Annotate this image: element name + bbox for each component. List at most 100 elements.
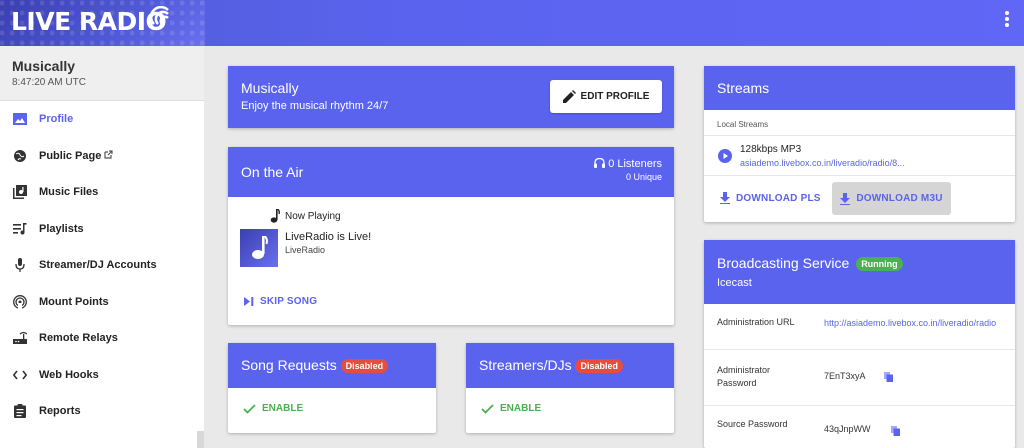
station-header: Musically 8:47:20 AM UTC [0, 46, 204, 101]
sidebar-item-web-hooks[interactable]: Web Hooks [0, 357, 204, 394]
stream-url-link[interactable]: asiademo.livebox.co.in/liveradio/radio/8… [740, 158, 905, 168]
edit-profile-label: EDIT PROFILE [580, 91, 650, 102]
streamers-title: Streamers/DJs [479, 357, 572, 373]
sidebar-item-public-page[interactable]: Public Page [0, 138, 204, 175]
admin-password-value: 7EnT3xyA [824, 371, 866, 381]
sidebar-scrollbar[interactable] [197, 431, 204, 448]
status-badge: Running [856, 257, 903, 272]
sidebar-item-playlists[interactable]: Playlists [0, 211, 204, 248]
on-air-title: On the Air [241, 164, 304, 180]
pencil-icon [562, 90, 576, 103]
streamers-card: Streamers/DJs Disabled ENABLE [466, 343, 674, 433]
admin-url-row: Administration URL http://asiademo.liveb… [704, 304, 1015, 350]
sidebar-item-music-files[interactable]: Music Files [0, 174, 204, 211]
headphones-icon [594, 157, 606, 168]
broadcast-wave-icon [150, 6, 169, 25]
enable-label: ENABLE [262, 403, 304, 414]
listeners-label: 0 Listeners [608, 158, 662, 170]
local-streams-label: Local Streams [704, 110, 1015, 136]
broadcasting-title-row: Broadcasting Service Running [717, 255, 903, 272]
station-name: Musically [12, 58, 76, 74]
sidebar-item-label: Playlists [39, 222, 84, 235]
download-m3u-button[interactable]: DOWNLOAD M3U [832, 182, 951, 215]
song-requests-title: Song Requests [241, 357, 337, 373]
sidebar-item-mount-points[interactable]: Mount Points [0, 284, 204, 321]
sidebar-item-reports[interactable]: Reports [0, 393, 204, 430]
sidebar-item-streamer-accounts[interactable]: Streamer/DJ Accounts [0, 247, 204, 284]
top-bar: LIVE RADIO [0, 0, 1024, 46]
skip-song-button[interactable]: SKIP SONG [244, 296, 317, 307]
copy-icon[interactable] [884, 372, 893, 382]
download-m3u-label: DOWNLOAD M3U [856, 193, 943, 204]
stream-name: 128kbps MP3 [740, 144, 802, 155]
logo-text: LIVE RADIO [11, 7, 167, 36]
enable-song-requests-button[interactable]: ENABLE [243, 403, 303, 414]
sidebar-item-remote-relays[interactable]: Remote Relays [0, 320, 204, 357]
skip-song-label: SKIP SONG [260, 296, 318, 307]
sidebar-item-label: Web Hooks [39, 368, 99, 381]
status-badge: Disabled [340, 359, 389, 374]
sidebar-item-label: Reports [39, 405, 81, 418]
station-time: 8:47:20 AM UTC [12, 77, 86, 88]
external-link-icon [104, 150, 113, 161]
router-icon [13, 331, 27, 345]
row-key: Administrator Password [717, 365, 771, 388]
logo[interactable]: LIVE RADIO [0, 0, 205, 46]
status-badge: Disabled [575, 359, 623, 374]
edit-profile-button[interactable]: EDIT PROFILE [550, 80, 662, 113]
on-air-header: On the Air 0 Listeners 0 Unique [228, 147, 674, 197]
sidebar-item-label: Mount Points [39, 295, 109, 308]
sidebar-item-label: Remote Relays [39, 332, 118, 345]
sidebar-item-label: Streamer/DJ Accounts [39, 259, 157, 272]
unique-listeners: 0 Unique [625, 172, 662, 182]
music-note-icon [252, 236, 268, 259]
music-note-icon [270, 209, 280, 223]
admin-password-row: Administrator Password 7EnT3xyA [704, 350, 1015, 406]
streamers-header: Streamers/DJs Disabled [466, 343, 674, 388]
image-icon [13, 112, 27, 126]
song-artist: LiveRadio [285, 245, 326, 255]
check-icon [481, 403, 494, 414]
download-pls-button[interactable]: DOWNLOAD PLS [720, 192, 821, 204]
download-icon [840, 192, 851, 205]
sidebar-item-label: Music Files [39, 186, 99, 199]
music-library-icon [13, 185, 27, 200]
check-icon [243, 403, 256, 414]
download-icon [720, 192, 730, 204]
broadcasting-subtitle: Icecast [717, 277, 752, 289]
code-icon [13, 368, 27, 382]
album-art [240, 229, 278, 267]
enable-streamers-button[interactable]: ENABLE [481, 403, 541, 414]
song-title: LiveRadio is Live! [285, 231, 372, 243]
broadcast-icon [13, 294, 27, 309]
play-circle-icon[interactable] [718, 149, 732, 163]
broadcasting-card: Broadcasting Service Running Icecast Adm… [704, 240, 1015, 448]
now-playing-label: Now Playing [270, 209, 341, 223]
on-air-card: On the Air 0 Listeners 0 Unique Now Play… [228, 147, 674, 325]
stream-row: 128kbps MP3 asiademo.livebox.co.in/liver… [704, 136, 1015, 176]
globe-icon [13, 149, 27, 163]
sidebar: Musically 8:47:20 AM UTC Profile Public … [0, 46, 204, 448]
sidebar-item-label: Public Page [39, 149, 102, 162]
row-key: Source Password [717, 419, 788, 429]
listeners-count: 0 Listeners 0 Unique [594, 157, 662, 182]
skip-next-icon [244, 297, 254, 306]
sidebar-item-label: Profile [39, 113, 74, 126]
broadcasting-header: Broadcasting Service Running Icecast [704, 240, 1015, 304]
enable-label: ENABLE [500, 403, 542, 414]
more-menu-icon[interactable] [1004, 11, 1010, 27]
source-password-row: Source Password 43qJnpWW [704, 406, 1015, 448]
copy-icon[interactable] [891, 426, 900, 436]
sidebar-item-profile[interactable]: Profile [0, 101, 204, 138]
clipboard-icon [13, 404, 27, 419]
streams-header: Streams [704, 66, 1015, 110]
song-requests-card: Song Requests Disabled ENABLE [228, 343, 436, 433]
song-requests-header: Song Requests Disabled [228, 343, 436, 388]
streams-card: Streams Local Streams 128kbps MP3 asiade… [704, 66, 1015, 222]
source-password-value: 43qJnpWW [824, 424, 871, 434]
row-key: Administration URL [717, 317, 795, 327]
download-pls-label: DOWNLOAD PLS [736, 192, 821, 204]
admin-url-link[interactable]: http://asiademo.livebox.co.in/liveradio/… [824, 318, 1014, 328]
broadcasting-title: Broadcasting Service [717, 255, 850, 271]
microphone-icon [13, 258, 27, 273]
